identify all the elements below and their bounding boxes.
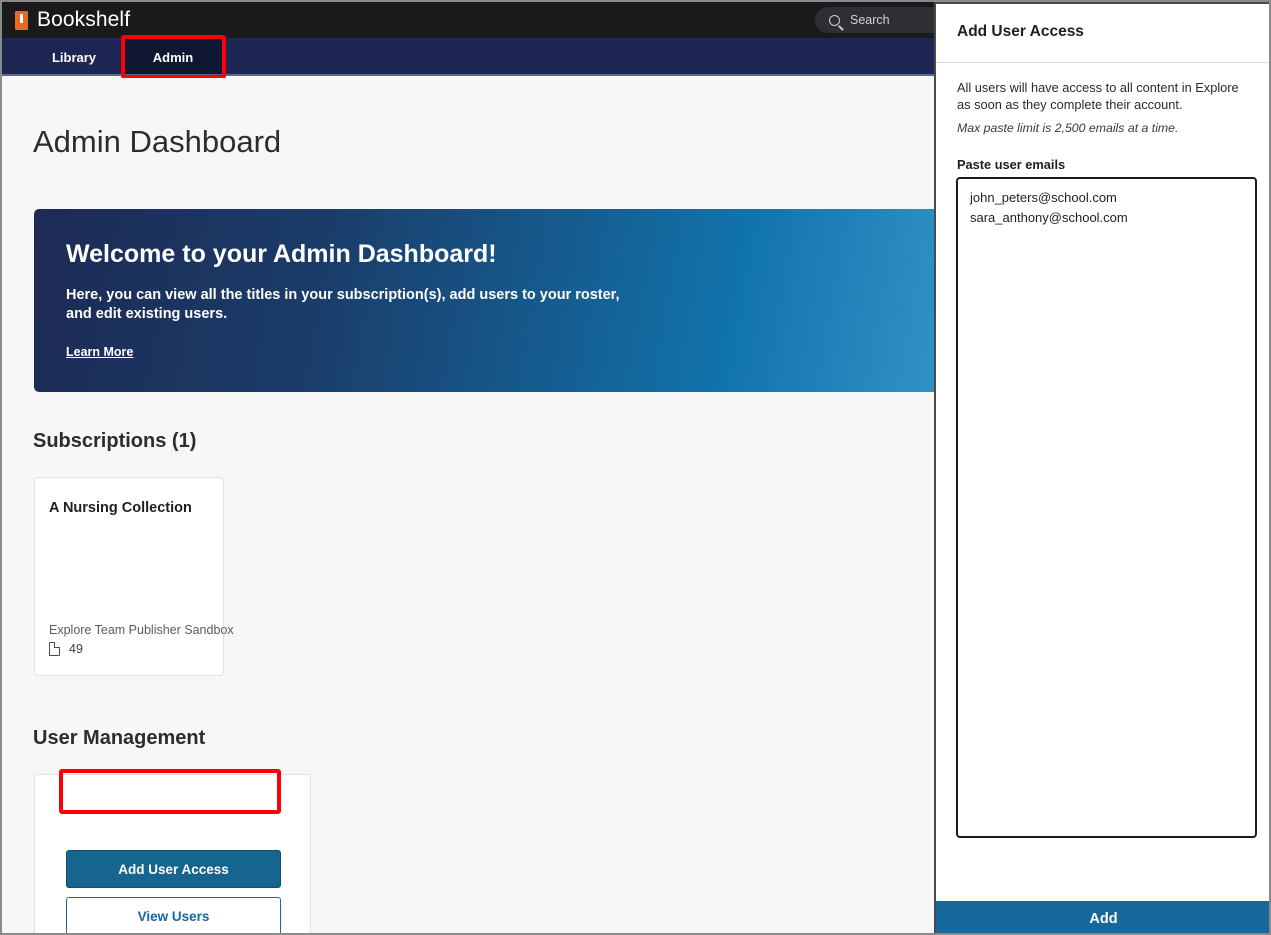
brand-logo[interactable]: Bookshelf [15,8,130,32]
subscription-card[interactable]: A Nursing Collection Explore Team Publis… [34,477,234,676]
submit-add-button[interactable]: Add [936,901,1269,933]
subscription-count-row: 49 [49,642,83,656]
panel-title: Add User Access [957,23,1084,40]
subscription-publisher: Explore Team Publisher Sandbox [49,623,234,637]
banner-heading: Welcome to your Admin Dashboard! [66,240,497,268]
tab-admin[interactable]: Admin [123,38,223,76]
user-management-heading: User Management [33,727,206,749]
panel-header: Add User Access [936,4,1269,63]
book-icon [15,10,28,30]
paste-emails-textarea[interactable] [956,177,1257,838]
search-icon [829,14,840,26]
add-user-access-button[interactable]: Add User Access [66,850,281,888]
user-management-card: Add User Access View Users [34,774,311,933]
banner-body: Here, you can view all the titles in you… [66,287,620,322]
subscription-title: A Nursing Collection [49,500,192,516]
paste-emails-label: Paste user emails [957,157,1066,172]
brand-name: Bookshelf [37,8,131,31]
subscriptions-heading: Subscriptions (1) [33,430,197,452]
tab-library[interactable]: Library [40,38,108,76]
search-placeholder: Search [850,13,890,27]
view-users-button[interactable]: View Users [66,897,281,933]
add-user-access-panel: Add User Access All users will have acce… [934,2,1269,933]
document-icon [49,642,60,656]
panel-note: Max paste limit is 2,500 emails at a tim… [957,121,1179,135]
app-window: Bookshelf Search Library Admin Admin Das… [0,0,1271,935]
panel-description: All users will have access to all conten… [957,80,1239,112]
subscription-count: 49 [69,642,83,656]
page-title: Admin Dashboard [33,124,282,159]
learn-more-link[interactable]: Learn More [66,345,133,359]
